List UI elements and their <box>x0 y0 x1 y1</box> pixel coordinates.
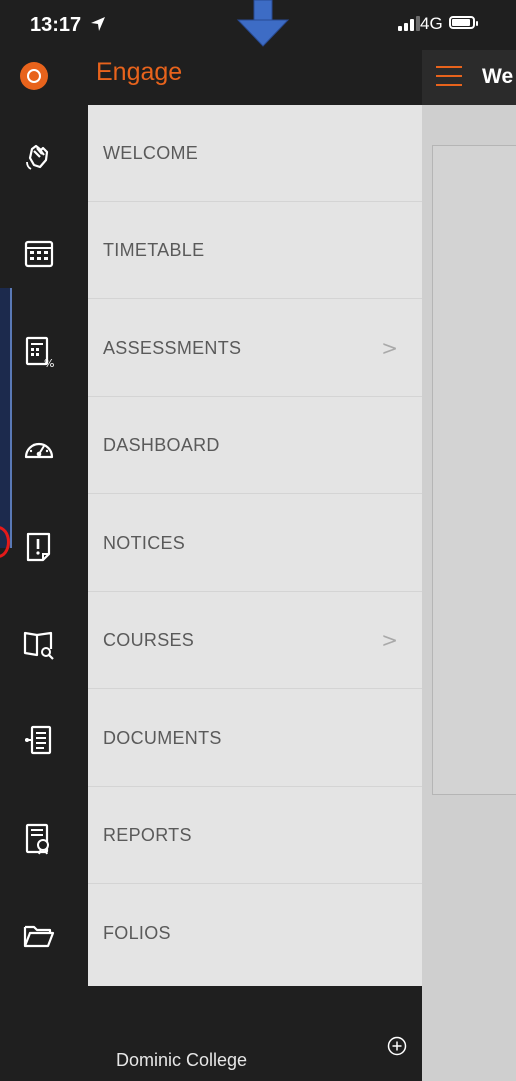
timetable-icon[interactable] <box>20 235 58 273</box>
add-circle-icon[interactable] <box>387 1036 407 1056</box>
menu-item-timetable[interactable]: TIMETABLE <box>88 202 422 299</box>
annotation-arrow-down-icon <box>236 0 290 47</box>
menu-item-label: REPORTS <box>103 825 192 845</box>
menu-item-label: WELCOME <box>103 143 199 163</box>
menu-item-notices[interactable]: NOTICES <box>88 495 422 592</box>
waving-hand-icon[interactable] <box>20 138 58 176</box>
icon-sidebar: % <box>0 50 88 1081</box>
annotation-blue-panel <box>0 288 12 548</box>
navigation-drawer: WELCOME TIMETABLE ASSESSMENTS > DASHBOAR… <box>88 105 422 986</box>
network-type: 4G <box>420 14 443 33</box>
menu-item-folios[interactable]: FOLIOS <box>88 885 422 982</box>
chevron-right-icon: > <box>381 336 398 360</box>
folder-icon[interactable] <box>20 917 58 955</box>
menu-item-label: COURSES <box>103 630 195 650</box>
menu-item-documents[interactable]: DOCUMENTS <box>88 690 422 787</box>
content-card <box>432 145 516 795</box>
menu-item-courses[interactable]: COURSES > <box>88 592 422 689</box>
svg-text:%: % <box>44 357 54 369</box>
assessments-icon[interactable]: % <box>20 333 58 371</box>
menu-item-label: NOTICES <box>103 533 186 553</box>
app-name: Engage <box>96 58 183 86</box>
status-time: 13:17 <box>30 14 82 36</box>
page-title: We <box>482 65 514 88</box>
menu-item-assessments[interactable]: ASSESSMENTS > <box>88 300 422 397</box>
menu-item-label: TIMETABLE <box>103 240 205 260</box>
location-arrow-icon <box>91 17 105 31</box>
reports-icon[interactable] <box>20 820 58 858</box>
menu-item-label: DOCUMENTS <box>103 728 222 748</box>
documents-icon[interactable] <box>20 722 58 760</box>
signal-strength-icon <box>398 15 420 31</box>
menu-item-label: DASHBOARD <box>103 435 220 455</box>
main-content-panel: We <box>422 50 516 1081</box>
menu-item-label: ASSESSMENTS <box>103 338 242 358</box>
hamburger-menu-icon[interactable] <box>436 66 462 88</box>
notice-icon[interactable] <box>20 528 58 566</box>
menu-item-label: FOLIOS <box>103 923 171 943</box>
menu-item-welcome[interactable]: WELCOME <box>88 105 422 202</box>
app-logo-icon[interactable] <box>20 62 48 90</box>
menu-item-reports[interactable]: REPORTS <box>88 787 422 884</box>
chevron-right-icon: > <box>381 628 398 652</box>
drawer-footer: Dominic College <box>88 986 422 1081</box>
battery-icon <box>449 16 478 29</box>
dashboard-gauge-icon[interactable] <box>20 430 58 468</box>
menu-item-dashboard[interactable]: DASHBOARD <box>88 397 422 494</box>
school-name: Dominic College <box>116 1050 248 1070</box>
courses-book-icon[interactable] <box>20 625 58 663</box>
main-header: We <box>422 50 516 105</box>
